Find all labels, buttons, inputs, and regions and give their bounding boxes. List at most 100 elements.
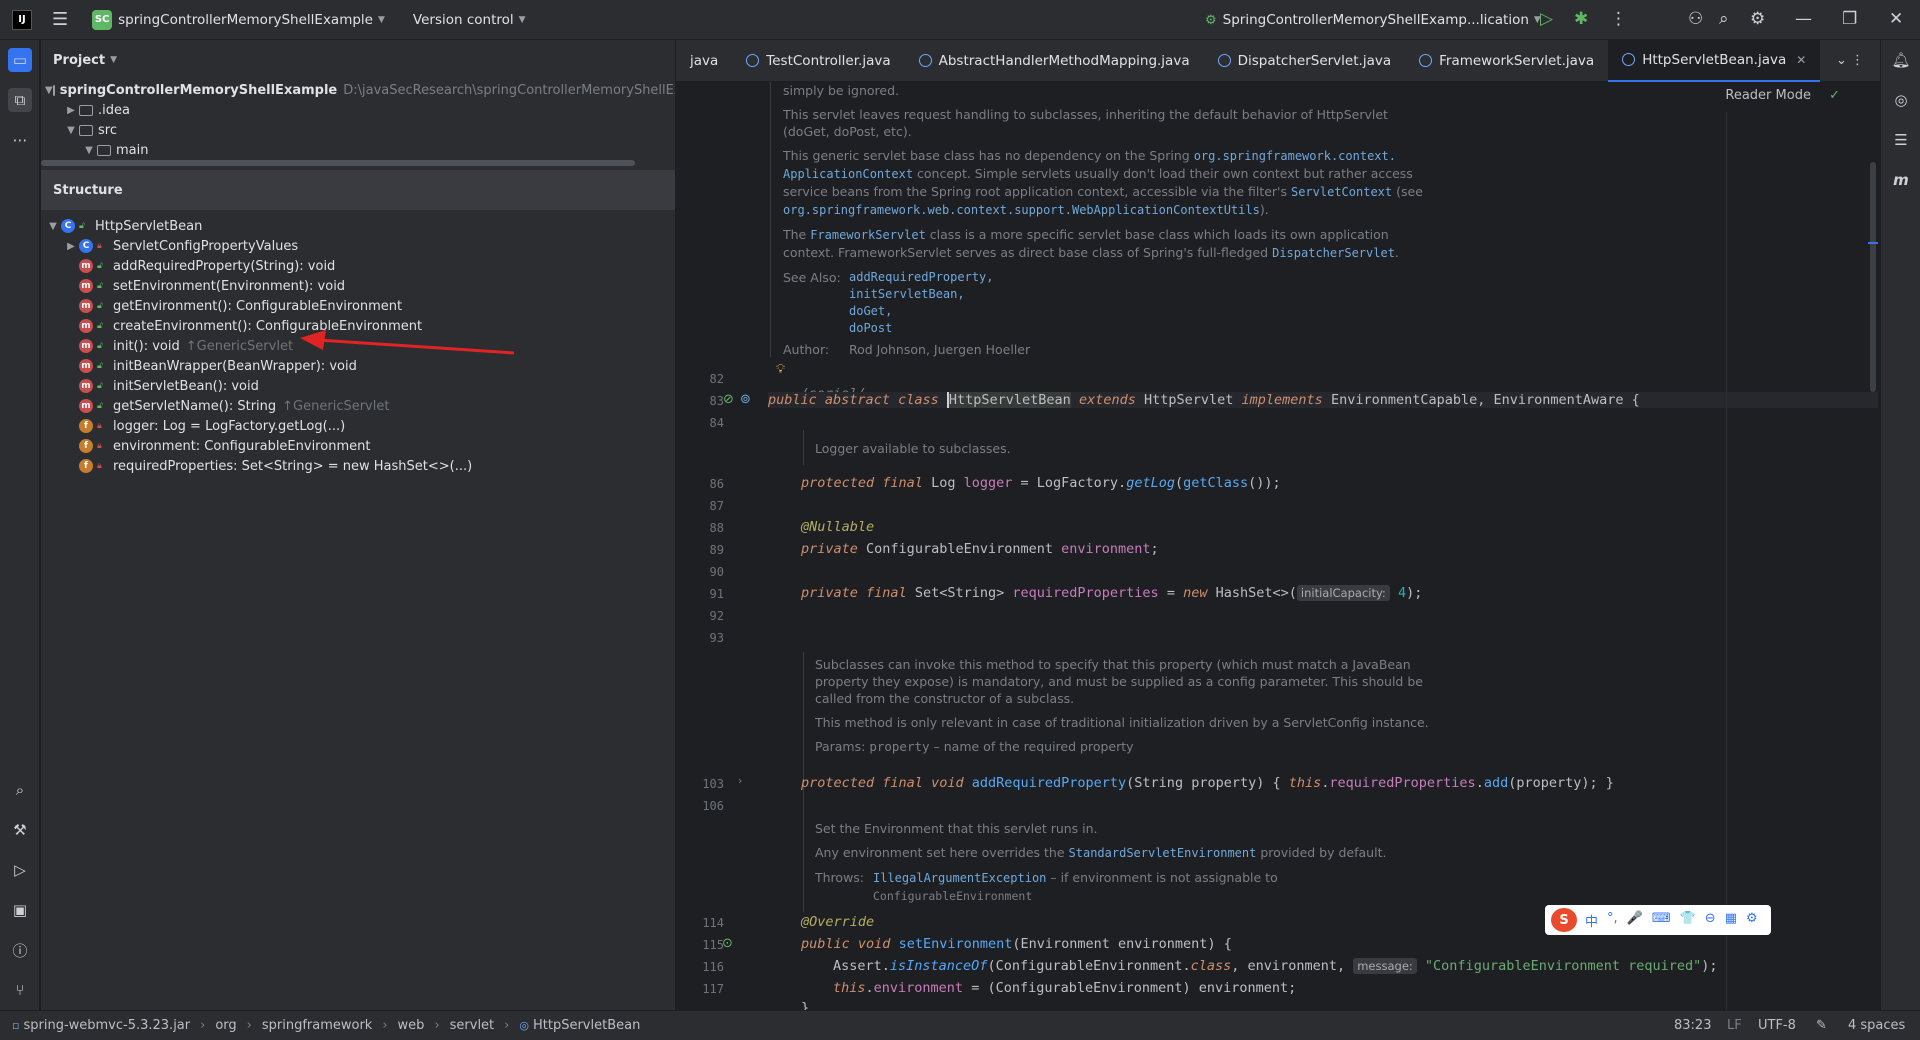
tree-node-idea[interactable]: ▶ .idea [41,100,675,120]
doc-link[interactable]: doGet, [849,303,994,320]
structure-item[interactable]: m 🔓︎ initServletBean(): void [41,376,675,396]
structure-root[interactable]: ▼ C 🔓︎ HttpServletBean [41,216,675,236]
tree-node-root[interactable]: ▼ springControllerMemoryShellExample D:\… [41,80,675,100]
run-icon[interactable]: ▷ [1540,9,1553,29]
breadcrumb-item[interactable]: springframework [262,1018,372,1033]
structure-item[interactable]: m 🔓︎ getEnvironment(): ConfigurableEnviron… [41,296,675,316]
editor-tab[interactable]: FrameworkServlet.java [1405,40,1608,82]
more-tools-icon[interactable]: ⋯ [8,128,32,152]
ime-tool-icon[interactable]: ⊖ [1705,911,1716,930]
settings-gear-icon[interactable]: ⚙ [1750,9,1765,29]
expand-arrow-icon[interactable]: ▶ [63,241,79,252]
breadcrumb-item[interactable]: spring-webmvc-5.3.23.jar [23,1018,190,1033]
structure-item[interactable]: ▶ C 🔒︎ ServletConfigPropertyValues [41,236,675,256]
code-line-103[interactable]: protected final void addRequiredProperty… [801,775,1614,791]
add-user-icon[interactable]: ⚇ [1688,9,1703,29]
build-hammer-icon[interactable]: ⚒ [8,818,32,842]
code-line-116[interactable]: Assert.isInstanceOf(ConfigurableEnvironm… [833,958,1718,974]
tree-node-main[interactable]: ▼ main [41,140,675,160]
code-line-118[interactable]: } [801,1000,809,1010]
ai-assistant-icon[interactable]: ◎ [1889,88,1913,112]
lightbulb-icon[interactable]: 💡︎ [776,362,785,377]
code-line-91[interactable]: private final Set<String> requiredProper… [801,585,1422,601]
expand-arrow-icon[interactable]: ▶ [63,105,79,116]
close-icon[interactable]: ✕ [1889,9,1903,29]
breadcrumb-item[interactable]: HttpServletBean [533,1018,640,1033]
database-icon[interactable]: ☰ [1889,128,1913,152]
code-line-117[interactable]: this.environment = (ConfigurableEnvironm… [833,980,1296,996]
services-icon[interactable]: ▷ [8,858,32,882]
ime-tool-icon[interactable]: ⚙ [1746,911,1758,930]
doc-link[interactable]: addRequiredProperty, [849,269,994,286]
git-branch-icon[interactable]: ⑂ [8,978,32,1002]
doc-link[interactable]: org.springframework.context. [1194,149,1396,163]
doc-link[interactable]: initServletBean, [849,286,994,303]
debug-icon[interactable]: ✱ [1574,9,1588,29]
code-line-114[interactable]: @Override [801,914,874,930]
structure-item[interactable]: f 🔒︎ requiredProperties: Set<String> = new… [41,456,675,476]
expand-arrow-icon[interactable]: ▼ [63,125,79,136]
horizontal-scrollbar[interactable] [41,160,635,166]
ime-tool-icon[interactable]: 👕 [1680,911,1696,930]
fold-arrow-icon[interactable]: › [738,774,742,787]
code-line-115[interactable]: public void setEnvironment(Environment e… [801,936,1232,952]
breadcrumb-item[interactable]: web [398,1018,425,1033]
indent-setting[interactable]: 4 spaces [1848,1018,1905,1033]
ime-tool-icon[interactable]: 中 [1585,911,1598,930]
structure-item[interactable]: m 🔓︎ addRequiredProperty(String): void [41,256,675,276]
implements-gutter-icon[interactable]: ⊘ [723,392,734,407]
structure-icon[interactable]: ⧉ [8,88,32,112]
project-selector[interactable]: SC springControllerMemoryShellExample ▼ [84,5,393,35]
run-configuration-selector[interactable]: ⚙ SpringControllerMemoryShellExamp...lic… [1205,6,1541,34]
expand-arrow-icon[interactable]: ▼ [81,145,97,156]
version-control-menu[interactable]: Version control ▼ [413,12,526,28]
doc-link[interactable]: FrameworkServlet [810,228,926,242]
class-name-token[interactable]: HttpServletBean [946,392,1071,408]
code-line-86[interactable]: protected final Log logger = LogFactory.… [801,475,1281,491]
doc-link[interactable]: ApplicationContext [783,167,913,181]
ime-tool-icon[interactable]: 🎤 [1627,911,1643,930]
doc-link[interactable]: doPost [849,320,994,337]
vertical-scrollbar[interactable] [1870,162,1876,392]
structure-item[interactable]: m 🔓︎ setEnvironment(Environment): void [41,276,675,296]
close-tab-icon[interactable]: ✕ [1796,53,1806,67]
doc-link[interactable]: ServletContext [1291,185,1392,199]
code-line-83[interactable]: public abstract class HttpServletBean ex… [768,392,1878,408]
breadcrumb-item[interactable]: org [215,1018,236,1033]
expand-arrow-icon[interactable]: ▼ [45,221,61,232]
ime-tool-icon[interactable]: ▦ [1725,911,1737,930]
reader-mode-toggle[interactable]: Reader Mode ✓ [1725,88,1840,103]
editor-tab[interactable]: java [676,40,732,82]
problems-icon[interactable]: ⓘ [8,938,32,962]
breadcrumb-item[interactable]: servlet [450,1018,495,1033]
project-folder-icon[interactable]: ▭ [8,48,32,72]
doc-link[interactable]: IllegalArgumentException [873,871,1046,885]
structure-item[interactable]: f 🔒︎ environment: ConfigurableEnvironment [41,436,675,456]
expand-arrow-icon[interactable]: ▼ [45,85,53,96]
project-panel-header[interactable]: Project ▼ [41,40,675,80]
more-actions-icon[interactable]: ⋮ [1610,9,1627,29]
editor-tab[interactable]: HttpServletBean.java ✕ [1608,39,1821,82]
readonly-lock-icon[interactable]: ✎ [1816,1018,1827,1033]
structure-item[interactable]: f 🔒︎ logger: Log = LogFactory.getLog(...) [41,416,675,436]
main-menu-icon[interactable]: ☰ [52,9,68,30]
structure-item[interactable]: m 🔓︎ getServletName(): String ↑GenericServl… [41,396,675,416]
tab-options-icon[interactable]: ⌄ ⋮ [1836,53,1864,68]
terminal-icon[interactable]: ▣ [8,898,32,922]
code-line-89[interactable]: private ConfigurableEnvironment environm… [801,541,1159,557]
structure-item[interactable]: m 🔓︎ initBeanWrapper(BeanWrapper): void [41,356,675,376]
ime-tool-icon[interactable]: ⌨ [1652,911,1671,930]
editor-tab[interactable]: TestController.java [732,40,904,82]
overridden-gutter-icon[interactable]: ⊚ [740,392,751,407]
notifications-bell-icon[interactable]: 🔔︎ [1889,48,1913,72]
ime-toolbar[interactable]: S 中 °, 🎤 ⌨ 👕 ⊖ ▦ ⚙ [1545,905,1771,935]
minimize-icon[interactable]: — [1795,9,1812,29]
override-gutter-icon[interactable]: ⊙ [722,936,733,951]
ime-tool-icon[interactable]: °, [1607,911,1618,930]
doc-link[interactable]: org.springframework.web.context.support.… [783,203,1260,217]
restore-icon[interactable]: ❐ [1842,9,1857,29]
find-icon[interactable]: ⌕ [8,778,32,802]
doc-link[interactable]: DispatcherServlet [1272,246,1395,260]
file-encoding[interactable]: UTF-8 [1758,1018,1796,1033]
search-icon[interactable]: ⌕ [1719,9,1729,29]
